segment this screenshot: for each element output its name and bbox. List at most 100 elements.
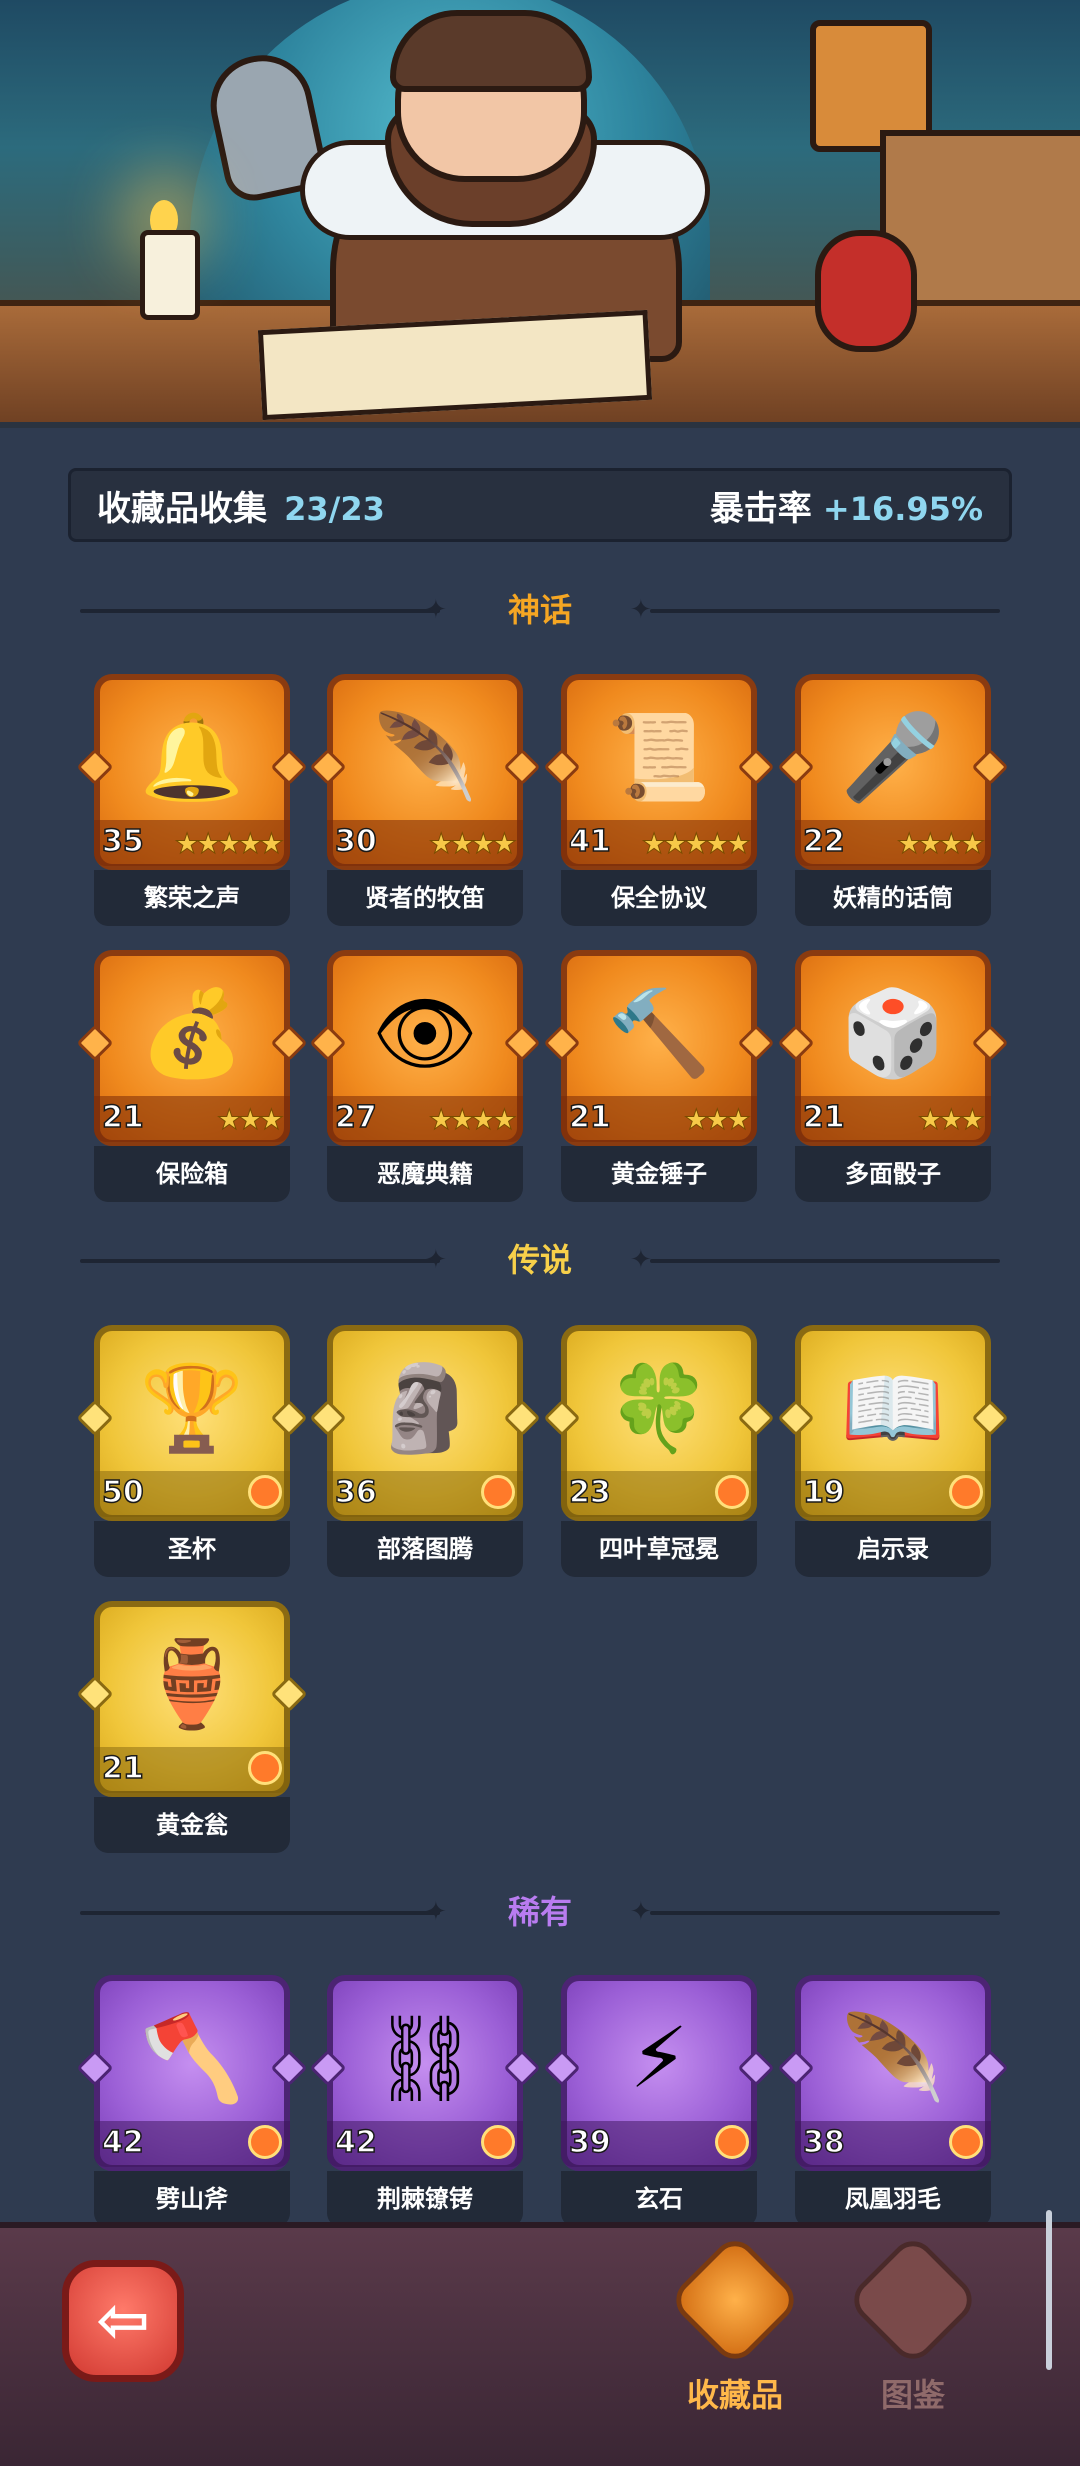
item-name: 黄金锤子 — [561, 1146, 757, 1202]
crit-rate: 暴击率 +16.95% — [710, 481, 983, 530]
collectible-card[interactable]: 🎤 22 ★★★★ 妖精的话筒 — [777, 674, 1009, 930]
golden-urn-icon: 🏺 — [139, 1634, 245, 1733]
collectible-card[interactable]: 🗿 36 部落图腾 — [309, 1325, 541, 1581]
item-level: 42 — [334, 2124, 377, 2161]
item-level: 39 — [568, 2124, 611, 2161]
lyre-icon — [667, 2232, 803, 2368]
collectible-card[interactable]: 👁 27 ★★★★ 恶魔典籍 — [309, 950, 541, 1206]
item-level: 22 — [802, 823, 845, 860]
item-name: 玄石 — [561, 2171, 757, 2227]
star-rating: ★★★★★ — [174, 827, 284, 861]
item-level: 21 — [101, 1750, 144, 1787]
candle — [140, 230, 200, 320]
collectible-card[interactable]: ⛓ 42 荆棘镣铐 — [309, 1975, 541, 2231]
collectible-card[interactable]: 🪶 30 ★★★★ 贤者的牧笛 — [309, 674, 541, 930]
item-level: 42 — [101, 2124, 144, 2161]
scrollbar[interactable] — [1046, 2210, 1052, 2370]
item-level: 23 — [568, 1474, 611, 1511]
item-name: 圣杯 — [94, 1521, 290, 1577]
hammer-icon: 🔨 — [606, 983, 712, 1082]
rarity-gem-icon — [248, 2125, 282, 2159]
collection-label: 收藏品收集 — [97, 488, 267, 529]
collectible-card[interactable]: 🍀 23 四叶草冠冕 — [543, 1325, 775, 1581]
flute-icon: 🪶 — [372, 707, 478, 806]
collection-stats-bar: 收藏品收集 23/23 暴击率 +16.95% — [68, 468, 1012, 542]
rarity-gem-icon — [481, 2125, 515, 2159]
sparkle-icon: ✦ — [630, 595, 652, 625]
item-name: 繁荣之声 — [94, 870, 290, 926]
shackles-icon: ⛓ — [371, 2008, 479, 2107]
book-icon — [845, 2232, 981, 2368]
item-name: 荆棘镣铐 — [327, 2171, 523, 2227]
item-level: 38 — [802, 2124, 845, 2161]
collectible-card[interactable]: 🏆 50 圣杯 — [76, 1325, 308, 1581]
item-name: 贤者的牧笛 — [327, 870, 523, 926]
divider-line — [650, 1259, 1000, 1263]
tab-codex-label: 图鉴 — [880, 2376, 945, 2414]
demon-book-icon: 👁 — [371, 983, 479, 1082]
item-name: 四叶草冠冕 — [561, 1521, 757, 1577]
collectible-card[interactable]: 💰 21 ★★★ 保险箱 — [76, 950, 308, 1206]
axe-icon: 🪓 — [139, 2008, 245, 2107]
item-level: 21 — [568, 1099, 611, 1136]
collectible-card[interactable]: 📖 19 启示录 — [777, 1325, 1009, 1581]
collectible-card[interactable]: 🎲 21 ★★★ 多面骰子 — [777, 950, 1009, 1206]
collectible-card[interactable]: 🏺 21 黄金瓮 — [76, 1601, 308, 1857]
divider-line — [650, 1911, 1000, 1915]
item-name: 妖精的话筒 — [795, 870, 991, 926]
item-name: 部落图腾 — [327, 1521, 523, 1577]
totem-icon: 🗿 — [372, 1358, 478, 1457]
star-rating: ★★★ — [683, 1103, 751, 1137]
item-level: 36 — [334, 1474, 377, 1511]
tab-collection-label: 收藏品 — [686, 2376, 783, 2414]
collectible-card[interactable]: ⚡ 39 玄石 — [543, 1975, 775, 2231]
star-rating: ★★★★★ — [641, 827, 751, 861]
star-rating: ★★★★ — [428, 827, 517, 861]
tab-collection[interactable]: 收藏品 — [665, 2232, 805, 2430]
item-name: 凤凰羽毛 — [795, 2171, 991, 2227]
item-name: 保险箱 — [94, 1146, 290, 1202]
section-divider-myth: ✦ 神话 ✦ — [80, 590, 1000, 630]
item-name: 启示录 — [795, 1521, 991, 1577]
section-divider-legend: ✦ 传说 ✦ — [80, 1240, 1000, 1280]
rarity-gem-icon — [715, 1475, 749, 1509]
collectible-card[interactable]: 🪓 42 劈山斧 — [76, 1975, 308, 2231]
back-button[interactable]: ⇦ — [62, 2260, 184, 2382]
sparkle-icon: ✦ — [630, 1897, 652, 1927]
item-level: 21 — [101, 1099, 144, 1136]
tab-codex[interactable]: 图鉴 — [843, 2232, 983, 2430]
rarity-gem-icon — [481, 1475, 515, 1509]
rarity-gem-icon — [248, 1751, 282, 1785]
item-name: 保全协议 — [561, 870, 757, 926]
item-name: 恶魔典籍 — [327, 1146, 523, 1202]
collectible-card[interactable]: 🔨 21 ★★★ 黄金锤子 — [543, 950, 775, 1206]
collection-count: 23/23 — [284, 489, 385, 528]
star-rating: ★★★ — [216, 1103, 284, 1137]
item-name: 多面骰子 — [795, 1146, 991, 1202]
back-arrow-icon: ⇦ — [96, 2284, 150, 2358]
rarity-gem-icon — [949, 2125, 983, 2159]
rarity-gem-icon — [715, 2125, 749, 2159]
phoenix-feather-icon: 🪶 — [840, 2008, 946, 2107]
collectible-card[interactable]: 🔔 35 ★★★★★ 繁荣之声 — [76, 674, 308, 930]
shop-banner-illustration — [0, 0, 1080, 428]
chalice-icon: 🏆 — [139, 1358, 245, 1457]
rarity-gem-icon — [248, 1475, 282, 1509]
divider-line — [650, 609, 1000, 613]
star-rating: ★★★★ — [428, 1103, 517, 1137]
item-level: 41 — [568, 823, 611, 860]
star-rating: ★★★★ — [896, 827, 985, 861]
crit-label: 暴击率 — [709, 488, 812, 529]
star-rating: ★★★ — [917, 1103, 985, 1137]
microphone-icon: 🎤 — [840, 707, 946, 806]
collectible-card[interactable]: 🪶 38 凤凰羽毛 — [777, 1975, 1009, 2231]
collectible-card[interactable]: 📜 41 ★★★★★ 保全协议 — [543, 674, 775, 930]
bell-icon: 🔔 — [139, 707, 245, 806]
item-name: 劈山斧 — [94, 2171, 290, 2227]
item-level: 19 — [802, 1474, 845, 1511]
scroll-icon: 📜 — [606, 707, 712, 806]
clover-crown-icon: 🍀 — [606, 1358, 712, 1457]
dwarf-hair — [390, 10, 592, 92]
rarity-gem-icon — [949, 1475, 983, 1509]
lightning-stone-icon: ⚡ — [629, 2009, 689, 2107]
